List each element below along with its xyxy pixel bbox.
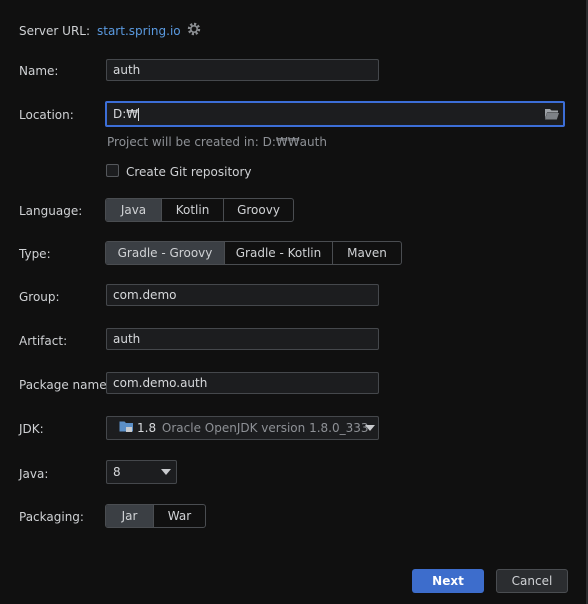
group-label: Group:: [19, 290, 60, 304]
server-url-label: Server URL:: [19, 24, 91, 38]
language-option-groovy[interactable]: Groovy: [223, 199, 293, 221]
packaging-option-jar[interactable]: Jar: [106, 505, 153, 527]
type-option-maven[interactable]: Maven: [332, 242, 401, 264]
java-chevron-down-icon: [161, 469, 171, 475]
java-label: Java:: [19, 467, 49, 481]
jdk-detail: Oracle OpenJDK version 1.8.0_333: [161, 421, 369, 435]
folder-icon[interactable]: [544, 107, 560, 121]
type-label: Type:: [19, 247, 51, 261]
packaging-option-war[interactable]: War: [153, 505, 205, 527]
language-label: Language:: [19, 204, 83, 218]
language-selector: Java Kotlin Groovy: [105, 198, 294, 222]
server-url-link[interactable]: start.spring.io: [97, 24, 181, 38]
artifact-field[interactable]: auth: [106, 328, 379, 350]
jdk-label: JDK:: [19, 422, 44, 436]
jdk-folder-icon: [119, 418, 134, 440]
next-button[interactable]: Next: [412, 569, 484, 593]
jdk-dropdown[interactable]: 1.8 Oracle OpenJDK version 1.8.0_333: [106, 416, 379, 440]
gear-icon[interactable]: [186, 21, 202, 37]
package-name-field[interactable]: com.demo.auth: [106, 372, 379, 394]
location-hint: Project will be created in: D:₩₩auth: [107, 135, 327, 149]
name-label: Name:: [19, 64, 59, 78]
language-option-kotlin[interactable]: Kotlin: [161, 199, 223, 221]
packaging-label: Packaging:: [19, 510, 84, 524]
cancel-button[interactable]: Cancel: [496, 569, 568, 593]
jdk-version: 1.8: [137, 421, 157, 435]
location-field[interactable]: D:₩: [105, 101, 565, 127]
location-value: D:₩: [113, 107, 139, 121]
name-field[interactable]: auth: [106, 59, 379, 81]
type-selector: Gradle - Groovy Gradle - Kotlin Maven: [105, 241, 402, 265]
type-option-gradle-kotlin[interactable]: Gradle - Kotlin: [224, 242, 332, 264]
package-name-label: Package name:: [19, 378, 111, 392]
type-option-gradle-groovy[interactable]: Gradle - Groovy: [106, 242, 224, 264]
jdk-chevron-down-icon: [365, 425, 375, 431]
git-checkbox-label[interactable]: Create Git repository: [126, 165, 252, 179]
group-field[interactable]: com.demo: [106, 284, 379, 306]
language-option-java[interactable]: Java: [106, 199, 161, 221]
artifact-label: Artifact:: [19, 334, 68, 348]
packaging-selector: Jar War: [105, 504, 206, 528]
location-label: Location:: [19, 108, 74, 122]
git-checkbox[interactable]: [106, 164, 119, 177]
